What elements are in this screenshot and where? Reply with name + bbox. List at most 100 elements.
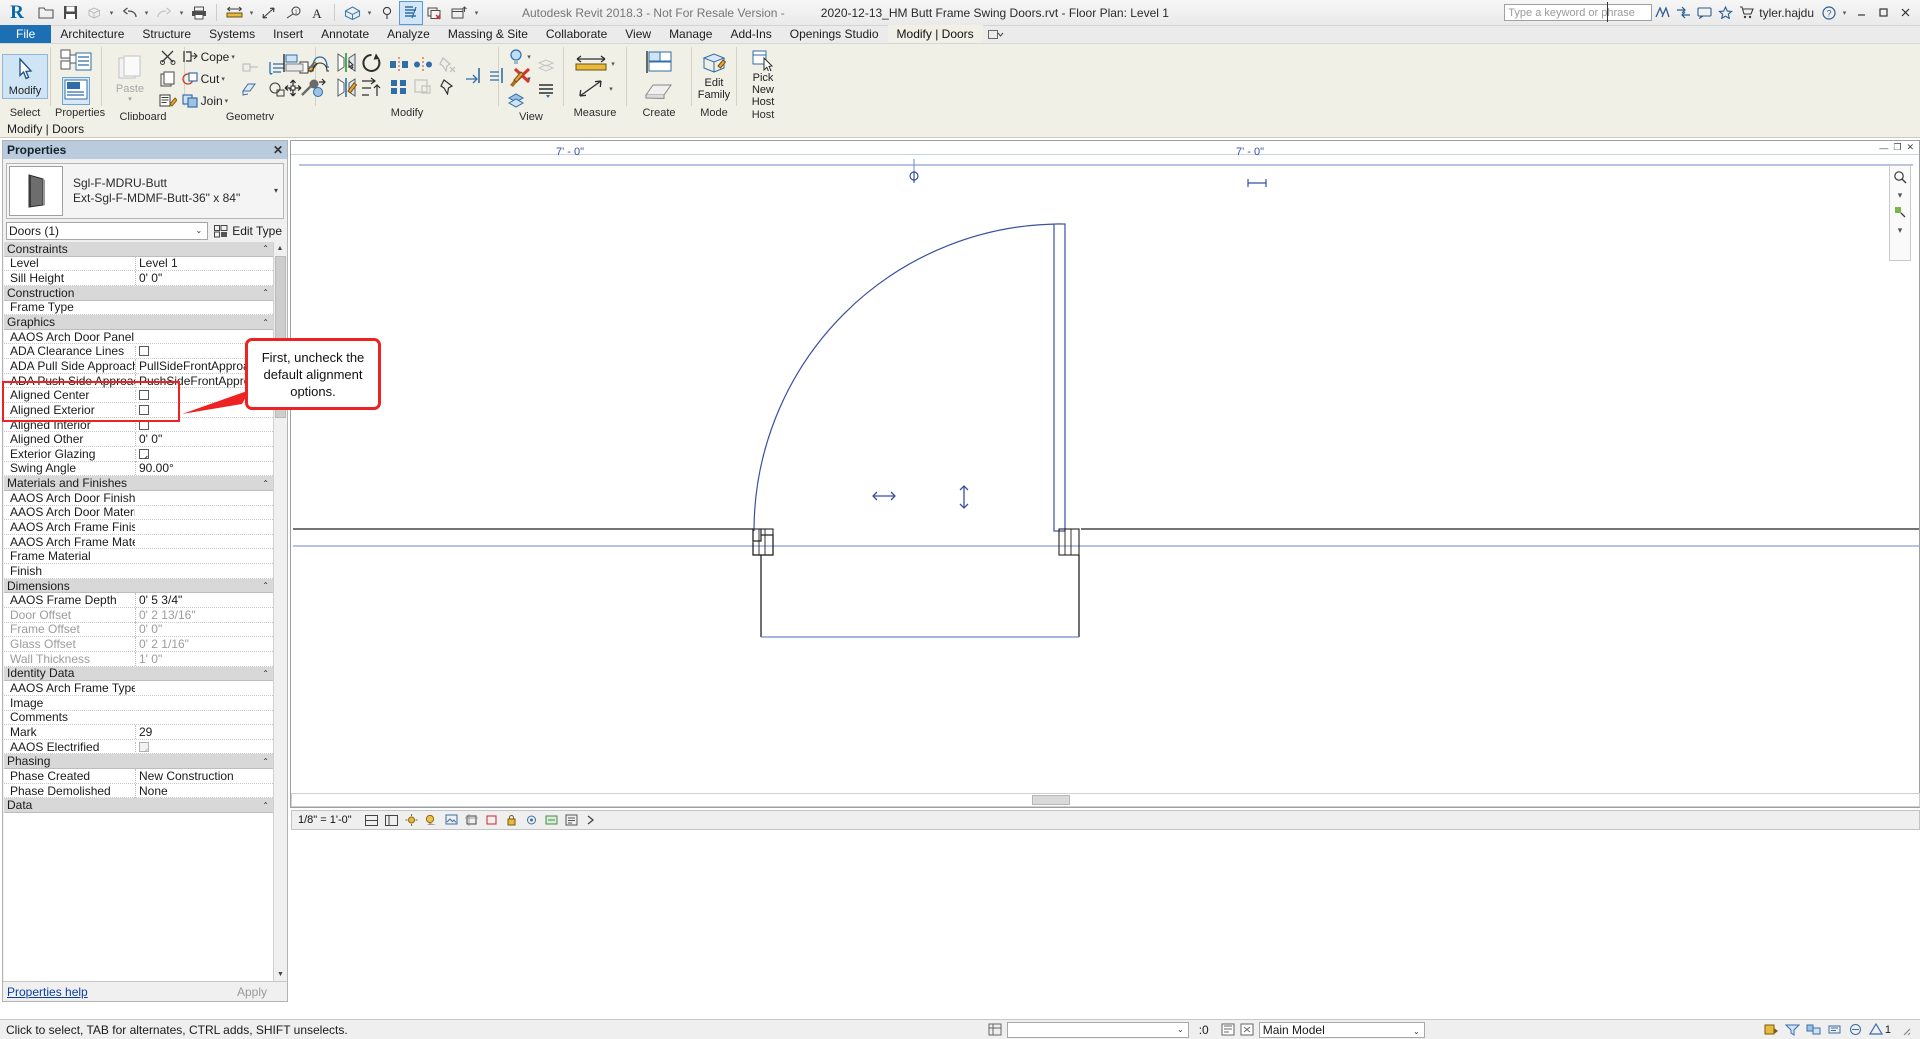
- property-value[interactable]: 0' 2 13/16": [135, 607, 273, 622]
- help-dropdown-caret-icon[interactable]: ▾: [1839, 1, 1850, 25]
- temporary-hide-isolate-icon[interactable]: [525, 814, 538, 827]
- cope-button[interactable]: Cope ▾: [180, 46, 237, 67]
- measure-between-references-icon[interactable]: ▾: [573, 54, 617, 75]
- aligned-dimension-icon[interactable]: [257, 1, 281, 25]
- tab-structure[interactable]: Structure: [133, 25, 200, 43]
- warnings-icon[interactable]: [1827, 1022, 1842, 1037]
- editable-only-icon[interactable]: [1764, 1022, 1779, 1037]
- hide-options-icon[interactable]: [1848, 1022, 1863, 1037]
- property-row[interactable]: AAOS Arch Frame Materia...: [4, 535, 273, 550]
- revit-logo-icon[interactable]: R: [0, 0, 34, 26]
- measure-caret2-icon[interactable]: ▾: [611, 60, 615, 68]
- cut-geometry-button[interactable]: Cut ▾: [180, 68, 237, 89]
- unpin-icon[interactable]: [437, 56, 457, 76]
- thin-lines-icon[interactable]: [399, 0, 423, 25]
- edit-family-button[interactable]: Edit Family: [691, 51, 737, 102]
- hide-isolate-icon[interactable]: [505, 90, 533, 111]
- modify-button[interactable]: Modify: [2, 54, 48, 99]
- tag-icon[interactable]: 1: [281, 1, 305, 25]
- undo-dropdown-caret-icon[interactable]: ▾: [141, 1, 152, 25]
- split-array-icon[interactable]: [389, 78, 409, 98]
- section-icon[interactable]: [375, 1, 399, 25]
- group-collapse-icon[interactable]: ⌃: [262, 801, 273, 810]
- close-button[interactable]: [1894, 1, 1916, 25]
- type-selector-card[interactable]: Sgl-F-MDRU-Butt Ext-Sgl-F-MDMF-Butt-36" …: [6, 163, 284, 219]
- chevron-down-icon[interactable]: ⌄: [195, 223, 202, 239]
- property-checkbox[interactable]: [139, 390, 149, 401]
- copy-icon[interactable]: [307, 78, 330, 101]
- paint-view-caret-icon[interactable]: ▾: [527, 75, 531, 83]
- paste-dropdown-caret-icon[interactable]: ▾: [128, 95, 132, 103]
- show-crop-region-icon[interactable]: [485, 814, 498, 827]
- text-icon[interactable]: A: [305, 1, 329, 25]
- property-value[interactable]: 0' 5 3/4": [135, 593, 273, 608]
- ribbon-options-caret-icon[interactable]: [983, 25, 1009, 43]
- group-collapse-icon[interactable]: ⌃: [262, 581, 273, 590]
- align-icon[interactable]: [282, 53, 305, 76]
- rotate-icon[interactable]: [359, 52, 384, 76]
- property-row[interactable]: AAOS Frame Depth 0' 5 3/4": [4, 593, 273, 609]
- tab-annotate[interactable]: Annotate: [312, 25, 378, 43]
- properties-help-link[interactable]: Properties help: [7, 985, 88, 999]
- navigation-caret-icon[interactable]: ▾: [1898, 190, 1903, 201]
- switch-windows-icon[interactable]: [447, 1, 471, 25]
- filter-selection-icon[interactable]: [1806, 1022, 1821, 1037]
- worksets-caret-icon[interactable]: ⌄: [1177, 1025, 1184, 1034]
- search-input[interactable]: Type a keyword or phrase: [1504, 2, 1653, 22]
- tab-view[interactable]: View: [616, 25, 660, 43]
- edit-type-button[interactable]: Edit Type: [214, 224, 284, 238]
- crop-view-icon[interactable]: [464, 814, 478, 827]
- tab-collaborate[interactable]: Collaborate: [537, 25, 616, 43]
- reveal-constraints-icon[interactable]: [585, 814, 598, 827]
- worksets-icon[interactable]: [988, 1022, 1003, 1037]
- cope-caret-icon[interactable]: ▾: [231, 53, 235, 61]
- pan-icon[interactable]: [1893, 205, 1907, 221]
- array-icon[interactable]: [359, 77, 384, 101]
- restore-button[interactable]: [1872, 1, 1894, 25]
- zoom-region-icon[interactable]: [1893, 170, 1907, 186]
- category-selector[interactable]: Doors (1) ⌄: [6, 222, 209, 240]
- shadows-icon[interactable]: [425, 814, 438, 827]
- scroll-down-arrow-icon[interactable]: ▼: [274, 968, 286, 981]
- aligned-dim-caret-icon[interactable]: ▾: [609, 85, 613, 93]
- default-3d-view-icon[interactable]: [340, 1, 364, 25]
- group-collapse-icon[interactable]: ⌃: [262, 288, 273, 297]
- close-hidden-windows-icon[interactable]: [423, 1, 447, 25]
- property-row[interactable]: ADA Clearance Lines: [4, 344, 273, 360]
- property-row[interactable]: AAOS Arch Frame Finish: [4, 520, 273, 535]
- property-value[interactable]: 1' 0": [135, 651, 273, 666]
- property-value[interactable]: 0' 0": [135, 271, 273, 286]
- demolish-button[interactable]: [239, 57, 263, 78]
- copy-clipboard-button[interactable]: [157, 68, 179, 89]
- tab-modify-doors[interactable]: Modify | Doors: [887, 25, 983, 43]
- switch-windows-caret-icon[interactable]: ▾: [471, 1, 482, 25]
- type-selector-caret-icon[interactable]: ▾: [274, 186, 278, 195]
- warning-count-group[interactable]: 1: [1868, 1023, 1891, 1036]
- properties-toggle-icon[interactable]: [59, 48, 93, 77]
- property-value[interactable]: 0' 0": [135, 622, 273, 637]
- view-visibility-icon[interactable]: ▾: [505, 46, 533, 67]
- user-name[interactable]: tyler.hajdu: [1759, 6, 1814, 20]
- status-resize-grip-icon[interactable]: [1897, 1022, 1912, 1037]
- property-row[interactable]: Phase Created New Construction: [4, 768, 273, 784]
- paste-button[interactable]: Paste ▾: [107, 53, 153, 104]
- property-row[interactable]: Aligned Interior: [4, 418, 273, 433]
- group-collapse-icon[interactable]: ⌃: [262, 757, 273, 766]
- detail-level-icon[interactable]: [364, 814, 378, 827]
- redo-dropdown-caret-icon[interactable]: ▾: [176, 1, 187, 25]
- canvas-horizontal-scrollbar[interactable]: [291, 793, 1920, 807]
- trim-extend-single-icon[interactable]: [464, 67, 484, 87]
- property-row[interactable]: Glass Offset 0' 2 1/16": [4, 637, 273, 652]
- view-scale[interactable]: 1/8" = 1'-0": [298, 814, 352, 826]
- open-icon[interactable]: [34, 1, 58, 25]
- property-row[interactable]: Level Level 1: [4, 256, 273, 272]
- autodesk-account-icon[interactable]: [1652, 1, 1673, 25]
- create-similar-icon[interactable]: [643, 49, 675, 78]
- property-row[interactable]: Comments: [4, 710, 273, 726]
- close-icon[interactable]: ✕: [273, 143, 283, 157]
- offset-icon[interactable]: [307, 53, 330, 76]
- property-row[interactable]: Mark 29: [4, 724, 273, 740]
- group-collapse-icon[interactable]: ⌃: [262, 244, 273, 253]
- lock-3d-view-icon[interactable]: [505, 814, 518, 827]
- aligned-dimension-measure-icon[interactable]: ▾: [575, 79, 615, 100]
